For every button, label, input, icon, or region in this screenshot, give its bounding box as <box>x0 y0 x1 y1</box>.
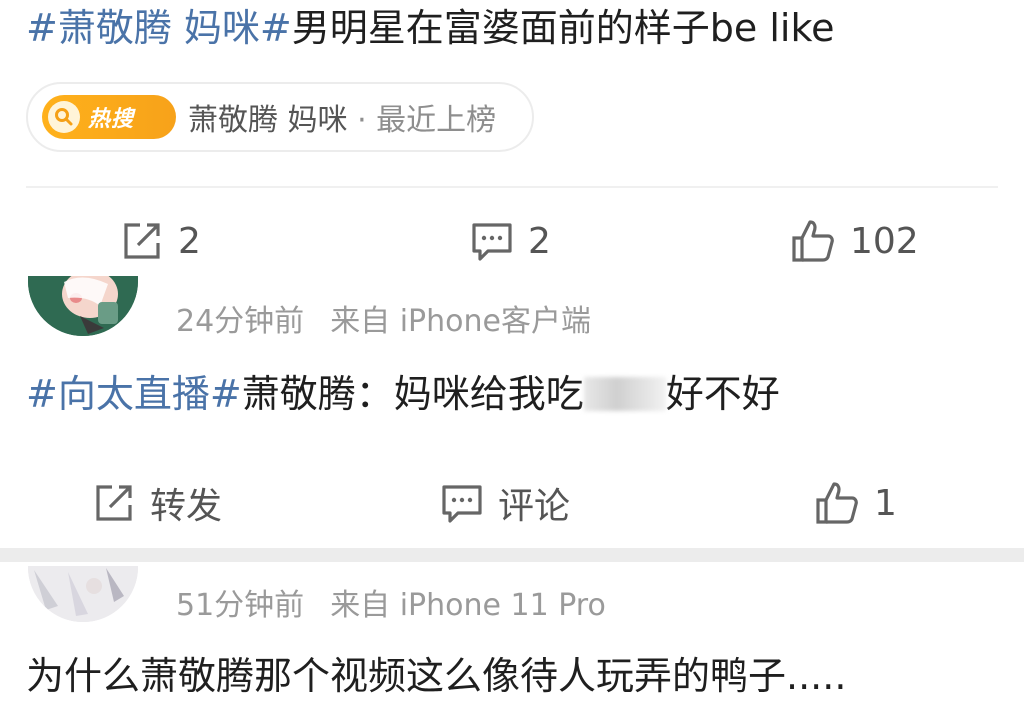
post-body: 男明星在富婆面前的样子be like <box>291 6 835 50</box>
like-count: 102 <box>850 220 919 262</box>
hot-topic: 萧敬腾 妈咪 <box>188 103 348 138</box>
comment-time: 24分钟前 <box>176 304 305 339</box>
post-like-button[interactable]: 102 <box>790 216 919 266</box>
thumbs-up-icon <box>792 220 834 262</box>
section-separator <box>0 548 1024 562</box>
post-comment-button[interactable]: 2 <box>470 216 551 266</box>
divider <box>26 186 998 188</box>
post-repost-button[interactable]: 2 <box>120 216 201 266</box>
comment-like-count: 1 <box>874 482 897 524</box>
comment-hashtag[interactable]: #向太直播# <box>26 372 242 416</box>
comment-text-part: 好不好 <box>665 372 780 416</box>
comment-comment-button[interactable]: 评论 <box>440 478 570 528</box>
hot-search-label: 热搜 <box>88 107 135 132</box>
comment-source: 来自 iPhone 11 Pro <box>330 588 606 623</box>
hot-search-badge: 热搜 <box>42 95 176 139</box>
hot-topic-text: 萧敬腾 妈咪 · 最近上榜 <box>188 95 496 139</box>
comment-text-part: 萧敬腾：妈咪给我吃 <box>241 372 584 416</box>
repost-icon <box>124 223 160 259</box>
redacted-mosaic <box>583 377 666 411</box>
comment-text: 为什么萧敬腾那个视频这么像待人玩弄的鸭子..... <box>26 654 847 698</box>
comment-time: 51分钟前 <box>176 588 305 623</box>
comment-source: 来自 iPhone客户端 <box>330 304 591 339</box>
comment-text: #向太直播#萧敬腾：妈咪给我吃 好不好 <box>26 370 780 418</box>
comment-like-button[interactable]: 1 <box>814 478 897 528</box>
avatar[interactable] <box>28 566 138 622</box>
comment-icon <box>472 223 512 261</box>
repost-label: 转发 <box>150 486 223 527</box>
hot-status: · 最近上榜 <box>357 103 497 138</box>
post-text: #萧敬腾 妈咪#男明星在富婆面前的样子be like <box>26 4 835 52</box>
repost-count: 2 <box>178 220 201 262</box>
search-icon <box>48 101 80 133</box>
comment-label: 评论 <box>498 486 571 527</box>
comment-count: 2 <box>528 220 551 262</box>
hot-search-pill[interactable]: 热搜 萧敬腾 妈咪 · 最近上榜 <box>26 82 534 152</box>
comment-icon <box>442 485 482 523</box>
comment-repost-button[interactable]: 转发 <box>92 478 222 528</box>
avatar[interactable] <box>28 276 138 336</box>
thumbs-up-icon <box>816 482 858 524</box>
repost-icon <box>96 485 132 521</box>
comment-meta: 24分钟前 来自 iPhone客户端 <box>176 296 591 340</box>
comment-meta: 51分钟前 来自 iPhone 11 Pro <box>176 580 606 624</box>
post-hashtag[interactable]: #萧敬腾 妈咪# <box>26 6 292 50</box>
